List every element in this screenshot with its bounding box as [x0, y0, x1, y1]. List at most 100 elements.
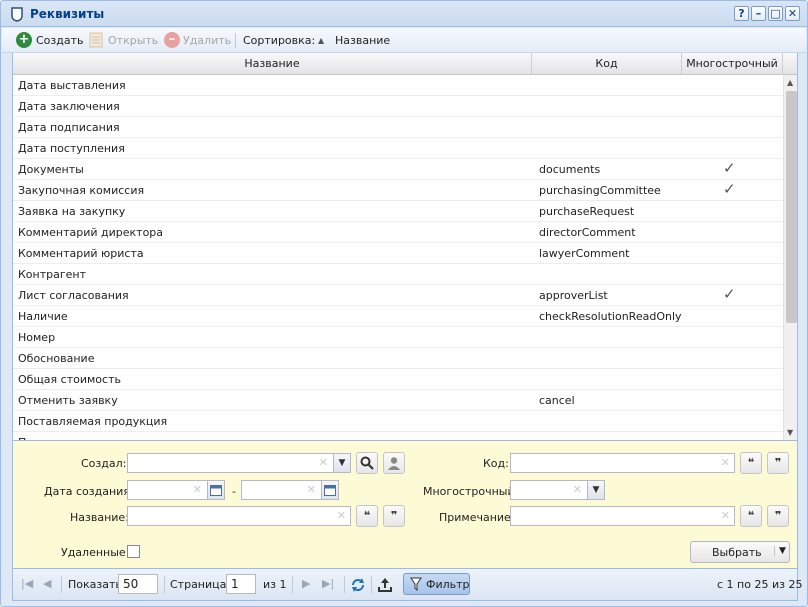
- scroll-thumb[interactable]: [786, 91, 797, 323]
- open-label: Открыть: [108, 34, 159, 47]
- cell-code: checkResolutionReadOnly: [539, 310, 682, 323]
- scroll-down-icon[interactable]: ▼: [787, 428, 793, 437]
- table-row[interactable]: Лист согласования approverList ✓: [13, 285, 783, 306]
- quote-close-button[interactable]: ❞: [767, 505, 789, 527]
- deleted-checkbox[interactable]: [127, 545, 140, 558]
- chevron-down-icon[interactable]: ▼: [333, 454, 350, 472]
- sort-asc-icon: ▲: [318, 36, 325, 45]
- search-button[interactable]: [356, 452, 378, 474]
- quote-open-button[interactable]: ❝: [740, 505, 762, 527]
- cell-name: Дата заключения: [18, 100, 120, 113]
- cell-name: Контрагент: [18, 268, 87, 281]
- table-row[interactable]: Поставляемая продукция: [13, 411, 783, 432]
- window-titlebar[interactable]: Реквизиты ? – □ ✕: [1, 1, 807, 27]
- table-row[interactable]: Контрагент: [13, 264, 783, 285]
- cell-name: Дата поступления: [18, 142, 125, 155]
- created-by-combo[interactable]: ✕ ▼: [127, 453, 351, 473]
- table-row[interactable]: Комментарий директора directorComment: [13, 222, 783, 243]
- chevron-down-icon[interactable]: ▼: [774, 546, 786, 556]
- page-label: Страница: [170, 578, 227, 591]
- deleted-label: Удаленные:: [61, 546, 130, 559]
- calendar-icon[interactable]: [321, 481, 338, 499]
- calendar-icon[interactable]: [207, 481, 224, 499]
- table-row[interactable]: Дата подписания: [13, 117, 783, 138]
- code-label: Код:: [483, 457, 509, 470]
- table-row[interactable]: Отменить заявку cancel: [13, 390, 783, 411]
- quote-close-button[interactable]: ❞: [383, 505, 405, 527]
- of-pages-label: из 1: [263, 578, 287, 591]
- table-row[interactable]: Дата поступления: [13, 138, 783, 159]
- cell-name: Заявка на закупку: [18, 205, 126, 218]
- table-row[interactable]: Обоснование: [13, 348, 783, 369]
- export-icon[interactable]: [377, 577, 393, 593]
- clear-icon[interactable]: ✕: [193, 483, 202, 496]
- clear-icon[interactable]: ✕: [573, 483, 582, 496]
- page-number-input[interactable]: 1: [226, 574, 256, 594]
- pager-separator: [164, 576, 165, 593]
- note-input[interactable]: ✕: [510, 506, 735, 526]
- table-row[interactable]: Документы documents ✓: [13, 159, 783, 180]
- requisites-grid: Название Код Многострочный Дата выставле…: [12, 53, 798, 441]
- scroll-up-icon[interactable]: ▲: [787, 78, 793, 87]
- requisites-window: Реквизиты ? – □ ✕ + Создать Открыть – Уд…: [0, 0, 808, 607]
- table-row[interactable]: Номер: [13, 327, 783, 348]
- cell-name: Лист согласования: [18, 289, 129, 302]
- maximize-button[interactable]: □: [768, 6, 783, 21]
- cell-name: Закупочная комиссия: [18, 184, 145, 197]
- filter-panel: Создал: ✕ ▼ Код: ✕ ❝ ❞ Дата создания: ✕ …: [12, 441, 798, 569]
- grid-rows: Дата выставления Дата заключения Дата по…: [13, 75, 783, 440]
- table-row[interactable]: Дата заключения: [13, 96, 783, 117]
- checkmark-icon: ✓: [723, 285, 736, 303]
- pager-toolbar: |◀ ◀ Показать 50 Страница 1 из 1 ▶ ▶| Фи…: [12, 569, 802, 601]
- table-row[interactable]: Закупочная комиссия purchasingCommittee ✓: [13, 180, 783, 201]
- cell-name: Отменить заявку: [18, 394, 118, 407]
- select-button-label: Выбрать: [712, 546, 762, 559]
- next-page-icon[interactable]: ▶: [302, 577, 310, 590]
- name-input[interactable]: ✕: [127, 506, 351, 526]
- cell-code: purchasingCommittee: [539, 184, 661, 197]
- page-size-input[interactable]: 50: [118, 574, 158, 594]
- cell-code: lawyerComment: [539, 247, 630, 260]
- select-button[interactable]: Выбрать ▼: [690, 541, 790, 563]
- table-row[interactable]: Заявка на закупку purchaseRequest: [13, 201, 783, 222]
- table-row[interactable]: Общая стоимость: [13, 369, 783, 390]
- multiline-combo[interactable]: ✕ ▼: [510, 480, 605, 500]
- created-date-from[interactable]: ✕: [127, 480, 225, 500]
- quote-open-button[interactable]: ❝: [740, 452, 762, 474]
- quote-open-button[interactable]: ❝: [356, 505, 378, 527]
- cell-name: Документы: [18, 163, 84, 176]
- help-button[interactable]: ?: [734, 6, 749, 21]
- table-row[interactable]: Наличие checkResolutionReadOnly: [13, 306, 783, 327]
- grid-header: Название Код Многострочный: [13, 53, 797, 75]
- cell-name: Общая стоимость: [18, 373, 121, 386]
- column-header-multiline[interactable]: Многострочный: [682, 53, 783, 75]
- created-date-to[interactable]: ✕: [241, 480, 339, 500]
- close-button[interactable]: ✕: [785, 6, 800, 21]
- clear-icon[interactable]: ✕: [307, 483, 316, 496]
- minimize-button[interactable]: –: [751, 6, 766, 21]
- last-page-icon[interactable]: ▶|: [322, 577, 334, 590]
- clear-icon[interactable]: ✕: [721, 509, 730, 522]
- code-input[interactable]: ✕: [510, 453, 735, 473]
- multiline-label: Многострочный:: [423, 485, 519, 498]
- refresh-icon[interactable]: [350, 577, 366, 593]
- clear-icon[interactable]: ✕: [337, 509, 346, 522]
- quote-close-button[interactable]: ❞: [767, 452, 789, 474]
- chevron-down-icon[interactable]: ▼: [587, 481, 604, 499]
- filter-toggle-button[interactable]: Фильтр: [403, 573, 470, 595]
- select-user-button[interactable]: [383, 452, 405, 474]
- clear-icon[interactable]: ✕: [721, 456, 730, 469]
- table-row[interactable]: Комментарий юриста lawyerComment: [13, 243, 783, 264]
- cell-name: Дата выставления: [18, 79, 126, 92]
- table-row[interactable]: П: [13, 432, 783, 440]
- filter-button-label: Фильтр: [426, 578, 470, 591]
- clear-icon[interactable]: ✕: [319, 456, 328, 469]
- table-row[interactable]: Дата выставления: [13, 75, 783, 96]
- first-page-icon[interactable]: |◀: [21, 577, 33, 590]
- prev-page-icon[interactable]: ◀: [43, 577, 51, 590]
- grid-scrollbar[interactable]: ▲ ▼: [783, 75, 797, 440]
- created-by-label: Создал:: [81, 457, 127, 470]
- column-header-code[interactable]: Код: [532, 53, 682, 75]
- delete-label: Удалить: [183, 34, 232, 47]
- column-header-name[interactable]: Название: [13, 53, 532, 75]
